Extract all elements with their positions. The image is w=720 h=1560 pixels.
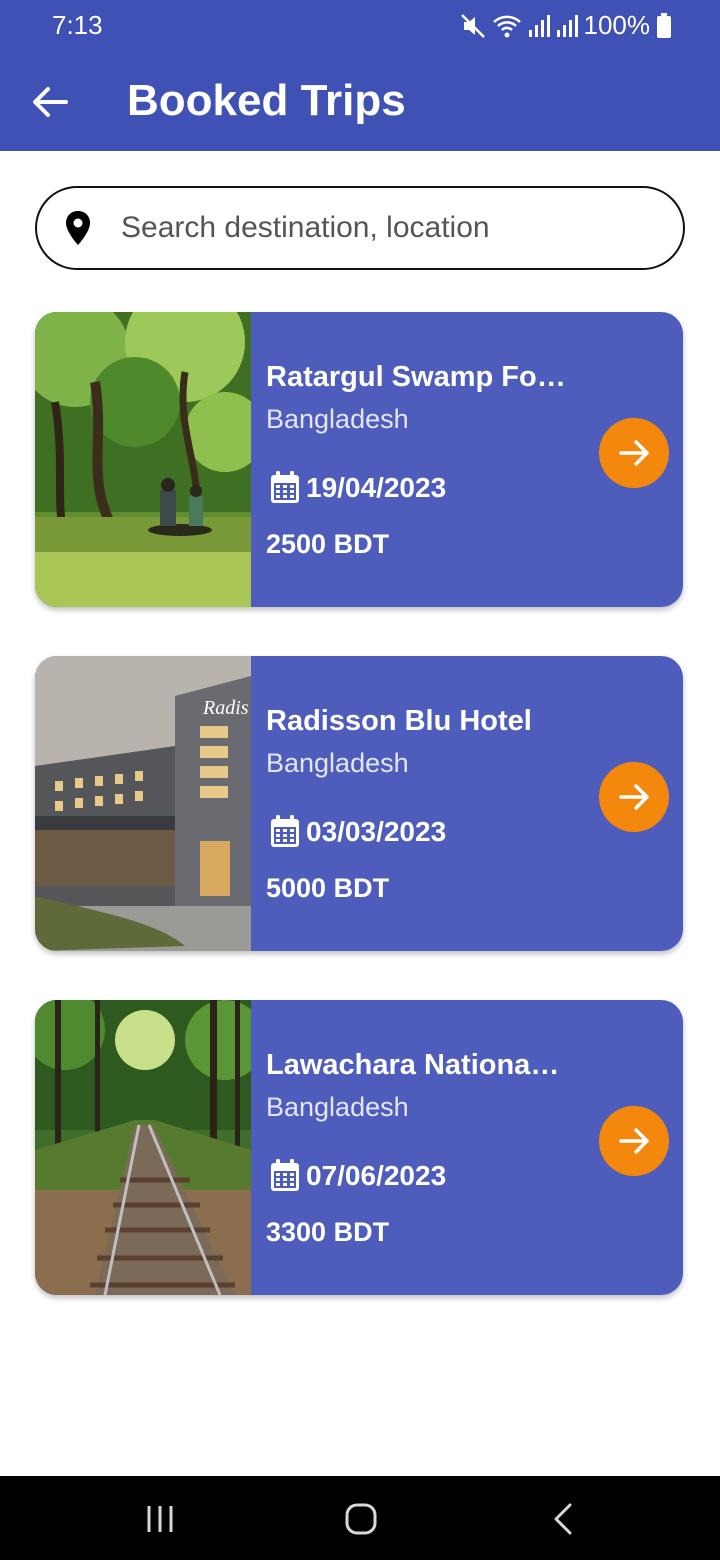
trip-date: 19/04/2023 (306, 472, 447, 503)
open-trip-button[interactable] (599, 418, 669, 488)
arrow-right-icon (619, 440, 649, 466)
home-icon[interactable] (343, 1502, 379, 1536)
signal-icon (556, 14, 578, 37)
trip-country: Bangladesh (266, 404, 409, 434)
back-arrow-icon[interactable] (30, 84, 70, 120)
location-pin-icon (66, 211, 90, 245)
status-icons: 100% (460, 10, 673, 41)
trip-name: Ratargul Swamp Forest (266, 361, 566, 393)
trip-photo (35, 1000, 251, 1295)
trip-date-row: 19/04/2023 (268, 470, 446, 506)
battery-icon (657, 12, 671, 38)
open-trip-button[interactable] (599, 1106, 669, 1176)
back-icon[interactable] (548, 1502, 578, 1536)
wifi-icon (492, 15, 521, 37)
search-input[interactable]: Search destination, location (35, 186, 685, 270)
system-nav-bar (0, 1476, 720, 1560)
trip-price: 3300 BDT (266, 1217, 390, 1247)
arrow-right-icon (619, 784, 649, 810)
app-bar: 7:13 100% Booked Trips (0, 0, 720, 151)
trip-card[interactable]: Ratargul Swamp Forest Bangladesh 19/04/2… (35, 312, 683, 607)
calendar-icon (271, 1159, 299, 1191)
trip-photo (35, 312, 251, 607)
open-trip-button[interactable] (599, 762, 669, 832)
trip-country: Bangladesh (266, 1092, 409, 1122)
calendar-icon (271, 471, 299, 503)
arrow-right-icon (619, 1128, 649, 1154)
trip-price: 2500 BDT (266, 529, 390, 559)
trip-card[interactable]: Radis Radisson Blu Hotel Bangladesh 03/0… (35, 656, 683, 951)
recent-apps-icon[interactable] (143, 1502, 179, 1536)
trip-date: 07/06/2023 (306, 1160, 447, 1191)
mute-icon (460, 13, 485, 38)
trip-date-row: 07/06/2023 (268, 1158, 446, 1194)
trip-name: Lawachara National Park (266, 1049, 566, 1081)
battery-percent: 100% (583, 10, 651, 40)
trip-photo: Radis (35, 656, 251, 951)
signal-icon (528, 14, 550, 37)
svg-text:Radis: Radis (202, 697, 249, 719)
calendar-icon (271, 815, 299, 847)
status-time: 7:13 (52, 10, 103, 40)
status-bar: 7:13 100% (0, 0, 720, 52)
trip-card[interactable]: Lawachara National Park Bangladesh 07/06… (35, 1000, 683, 1295)
trip-date-row: 03/03/2023 (268, 814, 446, 850)
trip-country: Bangladesh (266, 748, 409, 778)
trip-price: 5000 BDT (266, 873, 390, 903)
trip-date: 03/03/2023 (306, 816, 447, 847)
page-title: Booked Trips (127, 76, 406, 125)
trip-name: Radisson Blu Hotel (266, 705, 532, 737)
search-placeholder: Search destination, location (121, 211, 490, 244)
